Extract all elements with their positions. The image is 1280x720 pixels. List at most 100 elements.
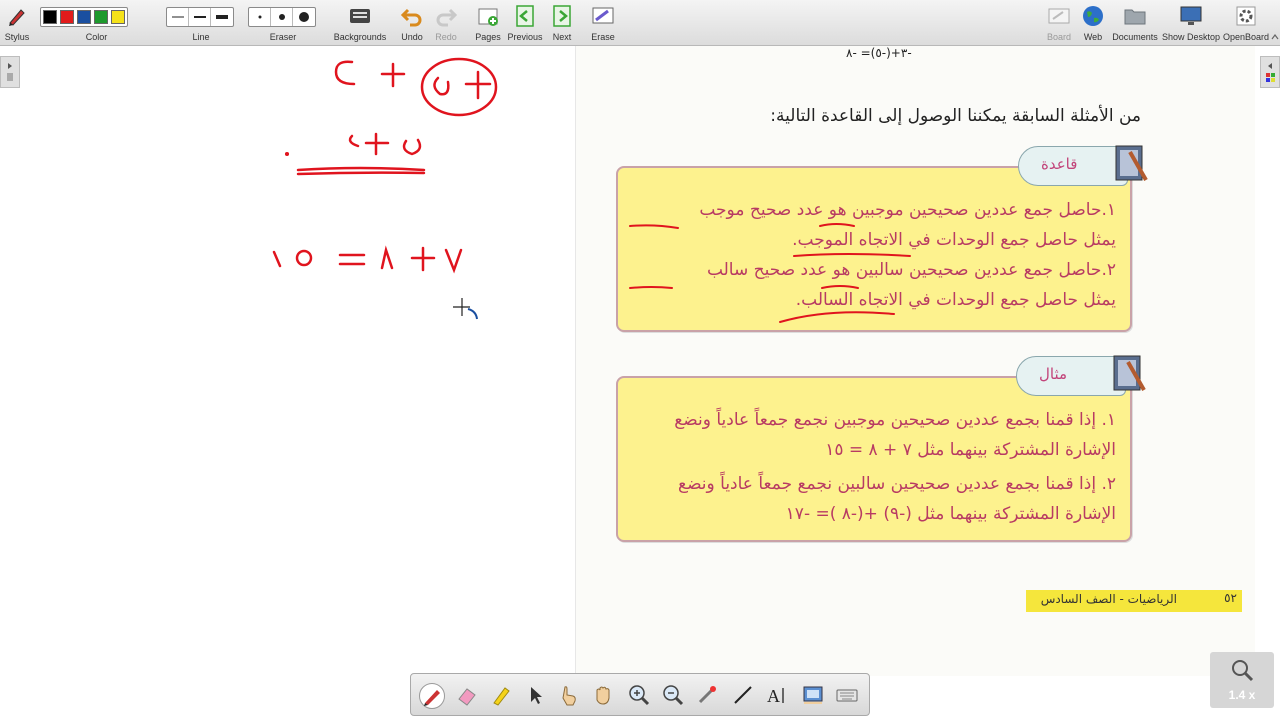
- gear-icon: [1236, 6, 1256, 26]
- example-line-2: الإشارة المشتركة بينهما مثل ٧ + ٨ = ١٥: [825, 440, 1116, 460]
- selector-tool-button[interactable]: [523, 683, 549, 709]
- eraser-label: Eraser: [269, 32, 297, 42]
- redo-label: Redo: [435, 32, 457, 42]
- highlighter-tool-button[interactable]: [489, 683, 515, 709]
- keyboard-button[interactable]: [835, 683, 861, 709]
- show-desktop-button[interactable]: Show Desktop: [1162, 0, 1220, 46]
- text-icon: A: [767, 686, 784, 706]
- backgrounds-icon: [350, 9, 370, 23]
- stylus-icon: [9, 9, 25, 26]
- pen-icon: [424, 690, 440, 706]
- backgrounds-button[interactable]: Backgrounds: [332, 0, 388, 46]
- globe-icon: [1083, 6, 1103, 26]
- color-yellow-swatch[interactable]: [111, 10, 125, 24]
- document-page: -٣+(-٥)= -٨ من الأمثلة السابقة يمكننا ال…: [575, 46, 1255, 676]
- pointing-hand-icon: [562, 686, 576, 706]
- color-label: Color: [85, 32, 108, 42]
- eraser-size-selector: [248, 7, 316, 27]
- color-group: Color: [40, 0, 153, 46]
- intro-text: من الأمثلة السابقة يمكننا الوصول إلى الق…: [770, 106, 1141, 126]
- eraser-tool-button[interactable]: [455, 683, 481, 709]
- footer-text: الرياضيات - الصف السادس: [1040, 592, 1177, 606]
- eraser-medium-button[interactable]: [271, 8, 293, 26]
- color-blue-swatch[interactable]: [77, 10, 91, 24]
- eraser-small-button[interactable]: [249, 8, 271, 26]
- drawing-tools-bar: A: [410, 673, 870, 716]
- stylus-button[interactable]: Stylus: [0, 0, 34, 46]
- previous-page-icon: [516, 5, 534, 27]
- example-box: ١. إذا قمنا بجمع عددين صحيحين موجبين نجم…: [616, 376, 1132, 542]
- color-black-swatch[interactable]: [43, 10, 57, 24]
- main-toolbar: Stylus Color Line Eraser Backgrounds Und…: [0, 0, 1280, 46]
- highlighter-icon: [493, 687, 510, 706]
- pen-tool-button[interactable]: [419, 683, 445, 709]
- undo-button[interactable]: Undo: [398, 0, 426, 46]
- hand-tool-button[interactable]: [591, 683, 617, 709]
- hand-icon: [596, 686, 610, 705]
- line-thin-button[interactable]: [167, 8, 189, 26]
- erase-label: Erase: [591, 32, 615, 42]
- ink-expression-middle: [284, 132, 426, 176]
- color-red-swatch[interactable]: [60, 10, 74, 24]
- page-number: ٥٢: [1224, 591, 1237, 605]
- documents-button[interactable]: Documents: [1110, 0, 1160, 46]
- capture-tool-button[interactable]: [801, 683, 827, 709]
- redo-button[interactable]: Redo: [432, 0, 460, 46]
- next-button[interactable]: Next: [548, 0, 576, 46]
- dot-small-icon: [258, 15, 261, 19]
- zoom-out-icon: [663, 685, 684, 706]
- next-page-icon: [553, 5, 571, 27]
- laser-pointer-button[interactable]: [695, 683, 721, 709]
- book-pen-icon-2: [1113, 355, 1146, 391]
- openboard-label: OpenBoard: [1222, 32, 1270, 42]
- zoom-indicator[interactable]: 1.4 x: [1210, 652, 1274, 708]
- erase-board-icon: [592, 7, 614, 24]
- zoom-out-button[interactable]: [661, 683, 687, 709]
- example-line-4: الإشارة المشتركة بينهما مثل (-٩) +(-٨ )=…: [785, 504, 1116, 524]
- ink-annotations: [272, 57, 498, 274]
- erase-button[interactable]: Erase: [588, 0, 618, 46]
- line-tool-button[interactable]: [731, 683, 757, 709]
- right-panel-handle[interactable]: [1260, 56, 1280, 88]
- screen-capture-icon: [803, 686, 823, 704]
- pages-label: Pages: [475, 32, 501, 42]
- dot-large-icon: [299, 12, 309, 22]
- line-group: Line: [166, 0, 236, 46]
- folder-icon: [1124, 9, 1146, 25]
- library-panel-icon: [1266, 63, 1275, 82]
- rule-box: ١.حاصل جمع عددين صحيحين موجبين هو عدد صح…: [616, 166, 1132, 332]
- line-thin-icon: [171, 16, 184, 18]
- ink-equation-bottom: [272, 245, 463, 274]
- web-button[interactable]: Web: [1080, 0, 1106, 46]
- monitor-icon: [1180, 6, 1202, 25]
- eraser-large-button[interactable]: [293, 8, 315, 26]
- pages-button[interactable]: Pages: [472, 0, 504, 46]
- example-tab-label: مثال: [1039, 365, 1068, 383]
- zoom-in-button[interactable]: [627, 683, 653, 709]
- previous-button[interactable]: Previous: [506, 0, 544, 46]
- text-tool-button[interactable]: A: [765, 683, 791, 709]
- redo-icon: [436, 8, 458, 27]
- board-button[interactable]: Board: [1044, 0, 1074, 46]
- board-icon: [1048, 8, 1070, 24]
- rule-ink-underlines: [629, 223, 911, 323]
- magnifier-icon: [1232, 660, 1254, 682]
- rule-tab-label: قاعدة: [1041, 155, 1078, 173]
- line-thick-button[interactable]: [211, 8, 233, 26]
- undo-label: Undo: [401, 32, 423, 42]
- next-label: Next: [552, 32, 572, 42]
- line-medium-icon: [193, 16, 206, 18]
- example-line-3: ٢. إذا قمنا بجمع عددين صحيحين سالبين نجم…: [678, 474, 1116, 494]
- line-thick-icon: [216, 15, 228, 19]
- openboard-menu-button[interactable]: OpenBoard: [1222, 0, 1270, 46]
- book-pen-icon: [1115, 145, 1148, 181]
- eraser-group: Eraser: [248, 0, 318, 46]
- chevron-up-icon[interactable]: [1271, 33, 1279, 41]
- line-medium-button[interactable]: [189, 8, 211, 26]
- dot-medium-icon: [278, 14, 285, 20]
- color-green-swatch[interactable]: [94, 10, 108, 24]
- color-palette: [40, 7, 128, 27]
- ink-expression-top: [334, 57, 498, 117]
- top-equation: -٣+(-٥)= -٨: [846, 46, 912, 60]
- interact-tool-button[interactable]: [557, 683, 583, 709]
